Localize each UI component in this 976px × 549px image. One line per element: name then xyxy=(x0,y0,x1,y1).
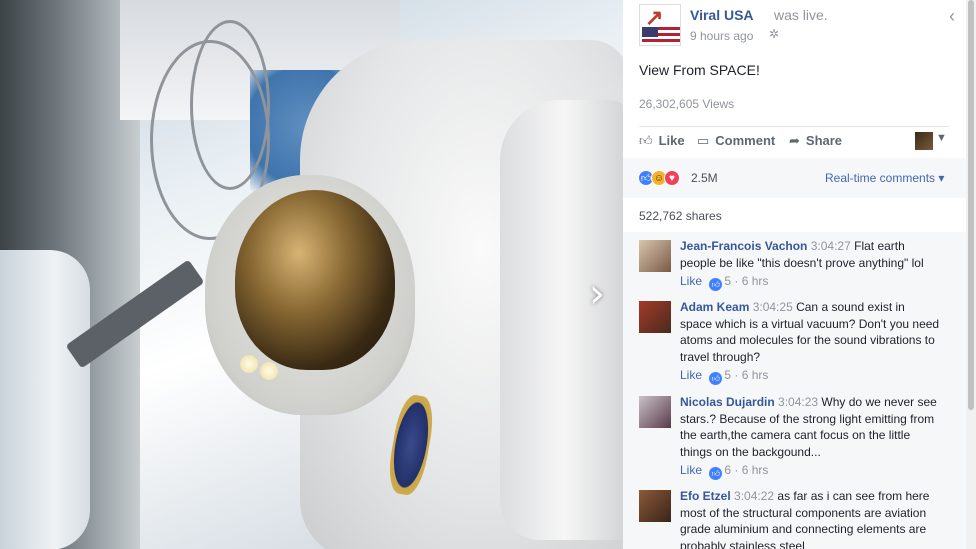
like-icon: 👍︎ xyxy=(709,372,723,385)
comment-time: 3:04:23 xyxy=(778,395,819,409)
reactions-bar: 👍︎ ☺ ♥ 2.5M Real-time comments ▾ xyxy=(623,158,966,198)
scrollbar-thumb[interactable] xyxy=(968,0,974,410)
comment-bubble-icon: ▭ xyxy=(697,133,710,148)
avatar[interactable] xyxy=(639,396,671,428)
comment-label: Comment xyxy=(715,133,776,148)
comment-meta: Like 👍︎ 5 · 6 hrs xyxy=(680,368,769,385)
like-icon: 👍︎ xyxy=(709,467,723,480)
post-header: ↗ Viral USA was live. 9 hours ago ✲ ‹ xyxy=(639,4,959,48)
cable xyxy=(190,20,270,190)
comment-list: Jean-Francois Vachon 3:04:27 Flat earth … xyxy=(623,232,966,549)
comment-body: Efo Etzel 3:04:22 as far as i can see fr… xyxy=(680,488,940,549)
like-icon: 👍︎ xyxy=(709,278,723,291)
globe-icon: ✲ xyxy=(769,27,780,41)
avatar[interactable] xyxy=(639,301,671,333)
comment-body: Jean-Francois Vachon 3:04:27 Flat earth … xyxy=(680,238,940,291)
divider xyxy=(639,126,949,127)
comment-body: Adam Keam 3:04:25 Can a sound exist in s… xyxy=(680,299,940,385)
commenter-name[interactable]: Efo Etzel xyxy=(680,489,731,503)
share-arrow-icon: ➦ xyxy=(789,133,800,148)
avatar[interactable] xyxy=(915,132,933,150)
chevron-down-icon[interactable]: ▼ xyxy=(936,132,947,144)
realtime-comments-dropdown[interactable]: Real-time comments ▾ xyxy=(825,171,944,185)
share-label: Share xyxy=(805,133,843,148)
comment-meta: Like 👍︎ 5 · 6 hrs xyxy=(680,274,769,291)
comment-age: 6 hrs xyxy=(741,274,769,288)
post-sidebar: ↗ Viral USA was live. 9 hours ago ✲ ‹ Vi… xyxy=(623,0,966,549)
comment-age: 6 hrs xyxy=(741,463,769,477)
chevron-left-icon[interactable]: ‹ xyxy=(949,6,955,27)
helmet-lamp xyxy=(240,355,258,373)
page-avatar[interactable]: ↗ xyxy=(639,4,681,46)
thumbs-up-icon: 👍︎ xyxy=(639,133,653,148)
helmet-lamp xyxy=(260,362,278,380)
comment-like-button[interactable]: Like xyxy=(680,368,702,382)
post-timestamp[interactable]: 9 hours ago xyxy=(690,29,753,43)
comment-meta: Like 👍︎ 6 · 6 hrs xyxy=(680,463,769,480)
comment-like-count: 5 xyxy=(724,368,732,382)
page-name-link[interactable]: Viral USA xyxy=(690,7,754,23)
comment-body: Nicolas Dujardin 3:04:23 Why do we never… xyxy=(680,394,940,480)
share-button[interactable]: ➦ Share xyxy=(789,133,842,149)
share-count[interactable]: 522,762 shares xyxy=(639,209,722,223)
astronaut-limb xyxy=(0,250,90,549)
chevron-right-icon[interactable]: › xyxy=(584,274,610,314)
comment-time: 3:04:25 xyxy=(752,300,793,314)
post-text: View From SPACE! xyxy=(639,62,760,78)
reaction-count[interactable]: 2.5M xyxy=(691,171,718,185)
like-button[interactable]: 👍︎ Like xyxy=(639,133,685,149)
comment-like-count: 5 xyxy=(724,274,732,288)
comment-time: 3:04:22 xyxy=(734,489,775,503)
commenter-name[interactable]: Adam Keam xyxy=(680,300,749,314)
like-label: Like xyxy=(658,133,685,148)
trending-arrow-icon: ↗ xyxy=(645,5,664,30)
commenter-name[interactable]: Jean-Francois Vachon xyxy=(680,239,807,253)
comment-button[interactable]: ▭ Comment xyxy=(697,133,775,149)
view-count: 26,302,605 Views xyxy=(639,97,735,111)
action-bar: 👍︎ Like ▭ Comment ➦ Share ▼ xyxy=(639,131,949,153)
love-reaction-icon[interactable]: ♥ xyxy=(664,170,680,186)
comment-like-button[interactable]: Like xyxy=(680,463,702,477)
avatar[interactable] xyxy=(639,240,671,272)
comment-time: 3:04:27 xyxy=(810,239,851,253)
live-status: was live. xyxy=(774,7,828,23)
video-player[interactable]: › xyxy=(0,0,623,549)
avatar[interactable] xyxy=(639,490,671,522)
comment-like-button[interactable]: Like xyxy=(680,274,702,288)
scrollbar[interactable] xyxy=(966,0,976,549)
comment-age: 6 hrs xyxy=(741,368,769,382)
astronaut-arm xyxy=(500,100,623,540)
helmet-visor xyxy=(235,190,395,370)
commenter-name[interactable]: Nicolas Dujardin xyxy=(680,395,775,409)
comment-like-count: 6 xyxy=(724,463,732,477)
